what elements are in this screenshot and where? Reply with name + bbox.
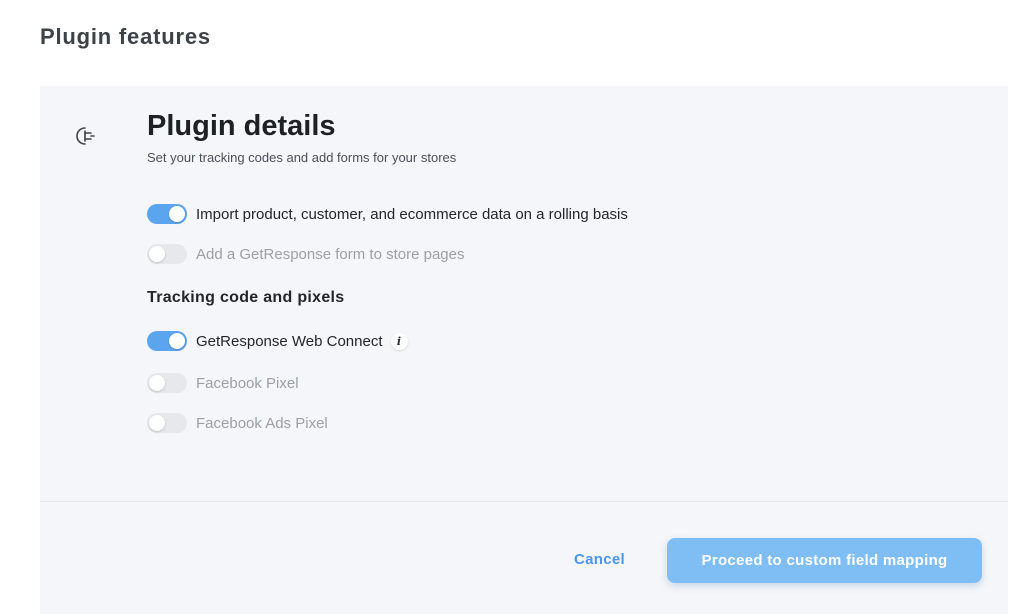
footer-divider [40, 501, 1008, 502]
page-title: Plugin features [40, 24, 211, 49]
info-icon[interactable]: i [390, 332, 408, 350]
plug-icon [76, 127, 95, 145]
toggle-knob [169, 333, 185, 349]
import-data-label: Import product, customer, and ecommerce … [196, 205, 628, 223]
web-connect-toggle[interactable] [147, 331, 187, 351]
section-title: Plugin details [147, 110, 336, 142]
add-form-label: Add a GetResponse form to store pages [196, 245, 465, 263]
cancel-button[interactable]: Cancel [574, 551, 625, 568]
facebook-pixel-label: Facebook Pixel [196, 374, 299, 392]
tracking-heading: Tracking code and pixels [147, 289, 345, 306]
toggle-knob [149, 246, 165, 262]
toggle-knob [149, 415, 165, 431]
add-form-toggle[interactable] [147, 244, 187, 264]
web-connect-label: GetResponse Web Connect [196, 332, 383, 350]
facebook-ads-pixel-label: Facebook Ads Pixel [196, 414, 328, 432]
facebook-ads-pixel-toggle[interactable] [147, 413, 187, 433]
facebook-pixel-toggle[interactable] [147, 373, 187, 393]
import-data-toggle[interactable] [147, 204, 187, 224]
option-facebook-pixel: Facebook Pixel [147, 372, 299, 394]
toggle-knob [149, 375, 165, 391]
option-facebook-ads-pixel: Facebook Ads Pixel [147, 412, 328, 434]
option-web-connect: GetResponse Web Connect i [147, 330, 408, 352]
option-add-form: Add a GetResponse form to store pages [147, 243, 464, 265]
section-subtitle: Set your tracking codes and add forms fo… [147, 150, 457, 165]
plugin-details-panel: Plugin details Set your tracking codes a… [40, 86, 1008, 614]
toggle-knob [169, 206, 185, 222]
proceed-button[interactable]: Proceed to custom field mapping [667, 538, 982, 583]
option-import-data: Import product, customer, and ecommerce … [147, 203, 628, 225]
